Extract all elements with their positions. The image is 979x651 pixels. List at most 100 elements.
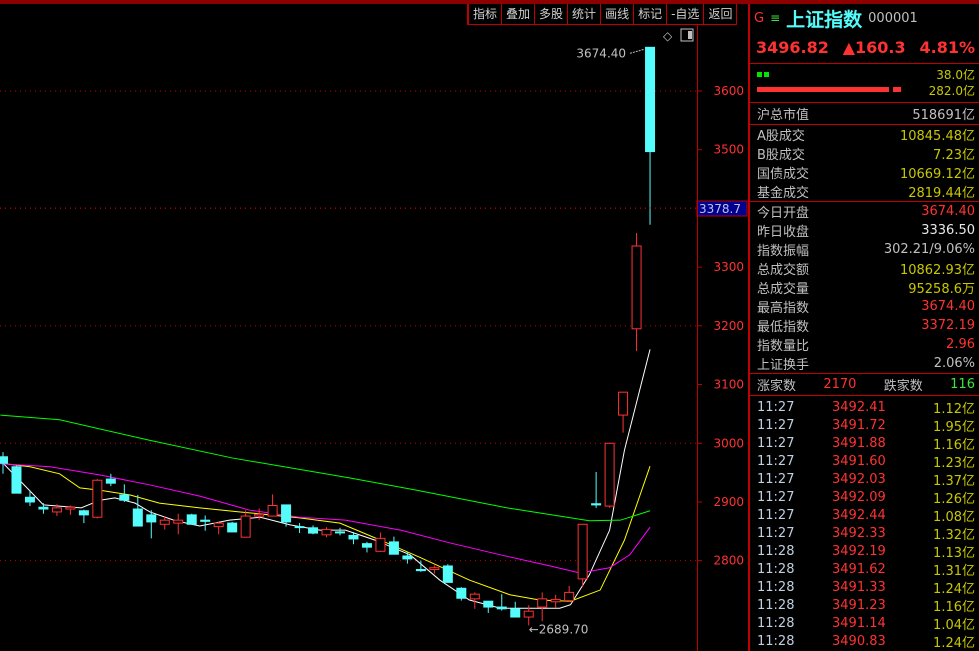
candle	[618, 391, 629, 433]
tick-volume: 1.32亿	[933, 527, 975, 543]
tick-price: 3490.83	[832, 633, 886, 649]
candle-body	[92, 479, 103, 518]
red-bar	[757, 87, 889, 92]
candle-body	[119, 494, 130, 501]
index-code: 000001	[868, 10, 918, 26]
candle	[0, 452, 8, 474]
g-icon[interactable]: G	[754, 11, 764, 26]
row-label: A股成交	[757, 129, 805, 144]
candle-body	[65, 506, 76, 510]
row-value: 3336.50	[921, 223, 975, 238]
candle	[227, 521, 238, 533]
candle-body	[429, 567, 440, 570]
row-label: 最低指数	[757, 320, 810, 335]
candle-body	[200, 519, 211, 522]
row-label: 昨日收盘	[757, 225, 810, 240]
stat-row: 总成交量 95258.6万	[750, 278, 979, 297]
row-value: 10845.48亿	[899, 129, 975, 144]
stat-row: B股成交 7.23亿	[750, 144, 979, 163]
candle-body	[442, 565, 453, 583]
candle	[604, 442, 615, 508]
volume-bars: 38.0亿 282.0亿	[750, 64, 979, 102]
candle	[213, 521, 224, 535]
tick-price: 3492.03	[832, 471, 886, 487]
tick-price: 3492.41	[832, 399, 886, 415]
candle-body	[604, 442, 615, 507]
candle-body	[321, 529, 332, 536]
stat-row: 指数量比 2.96	[750, 335, 979, 354]
tick-volume: 1.13亿	[933, 545, 975, 561]
breadth-row: 涨家数 2170 跌家数 116	[750, 374, 979, 395]
tick-row: 11:27 3491.72 1.95亿	[750, 416, 979, 435]
candle-body	[11, 466, 22, 494]
candle	[361, 541, 372, 553]
candle-body	[335, 531, 345, 534]
candle	[240, 510, 251, 538]
candle-body	[146, 514, 157, 523]
tick-price: 3492.44	[832, 507, 886, 523]
toolbar-button[interactable]: 指标	[469, 4, 503, 24]
green-bar	[764, 72, 769, 77]
stat-row: 昨日收盘 3336.50	[750, 221, 979, 240]
candle	[631, 233, 642, 352]
low-value: 2689.70	[539, 622, 589, 636]
tick-row: 11:27 3492.03 1.37亿	[750, 470, 979, 489]
candle-body	[227, 522, 238, 533]
candle-body	[591, 503, 602, 506]
tick-price: 3491.62	[832, 561, 886, 577]
tick-list[interactable]: 11:27 3492.41 1.12亿 11:27 3491.72 1.95亿 11:27 3…	[750, 396, 979, 651]
menu-icon[interactable]: ≡	[770, 11, 780, 25]
row-label: 国债成交	[757, 167, 810, 182]
candle	[24, 490, 35, 507]
tick-row: 11:28 3491.23 1.16亿	[750, 596, 979, 615]
row-label: 最高指数	[757, 301, 810, 316]
candle-body	[469, 593, 480, 600]
high-arrow	[629, 48, 645, 54]
y-tick-label: 3200	[713, 319, 744, 333]
diamond-icon[interactable]: ◇	[663, 29, 673, 43]
up-label: 涨家数	[757, 379, 797, 394]
toolbar-button[interactable]: 返回	[704, 4, 738, 24]
candle-body	[510, 608, 521, 618]
price-axis-divider	[697, 25, 698, 651]
candle	[388, 536, 399, 555]
red-bar	[893, 87, 901, 92]
high-label: 3674.40	[576, 46, 626, 60]
candle-body	[402, 555, 413, 560]
candle-body	[388, 541, 399, 555]
candle-body	[105, 478, 116, 484]
crosshair-value: 3378.7	[699, 202, 741, 216]
candle-body	[281, 504, 292, 523]
toolbar-button[interactable]: -自选	[667, 4, 705, 24]
tick-time: 11:27	[757, 489, 795, 505]
toolbar-button[interactable]: 叠加	[502, 4, 536, 24]
toolbar-button[interactable]: 统计	[568, 4, 602, 24]
down-label: 跌家数	[883, 379, 923, 394]
stat-row: 最低指数 3372.19	[750, 316, 979, 335]
tick-time: 11:27	[757, 507, 795, 523]
toolbar-button[interactable]: 标记	[634, 4, 668, 24]
toolbar-button[interactable]: 画线	[601, 4, 635, 24]
stat-row: 总成交额 10862.93亿	[750, 259, 979, 278]
tick-price: 3492.09	[832, 489, 886, 505]
tick-time: 11:28	[757, 561, 795, 577]
row-value: 3674.40	[921, 299, 975, 314]
tick-row: 11:28 3490.83 1.24亿	[750, 632, 979, 651]
toolbar-button[interactable]: 多股	[535, 4, 569, 24]
tick-price: 3491.33	[832, 579, 886, 595]
tick-time: 11:27	[757, 525, 795, 541]
tick-volume: 1.16亿	[933, 599, 975, 615]
candle-body	[348, 534, 359, 540]
candle-body	[523, 610, 534, 618]
tick-row: 11:28 3491.14 1.04亿	[750, 614, 979, 633]
candle	[294, 523, 305, 534]
tick-time: 11:27	[757, 417, 795, 433]
candle-body	[308, 527, 319, 534]
turnover-list: A股成交 10845.48亿 B股成交 7.23亿 国债成交 10669.12亿 基金成交 2…	[750, 125, 979, 201]
candle	[442, 564, 453, 583]
row-label: 指数振幅	[757, 244, 810, 259]
y-tick-label: 3000	[713, 436, 744, 450]
kline-chart[interactable]: 3600350034003300320031003000290028003674…	[0, 25, 748, 651]
tick-volume: 1.37亿	[933, 473, 975, 489]
row-label: 沪总市值	[757, 108, 810, 123]
